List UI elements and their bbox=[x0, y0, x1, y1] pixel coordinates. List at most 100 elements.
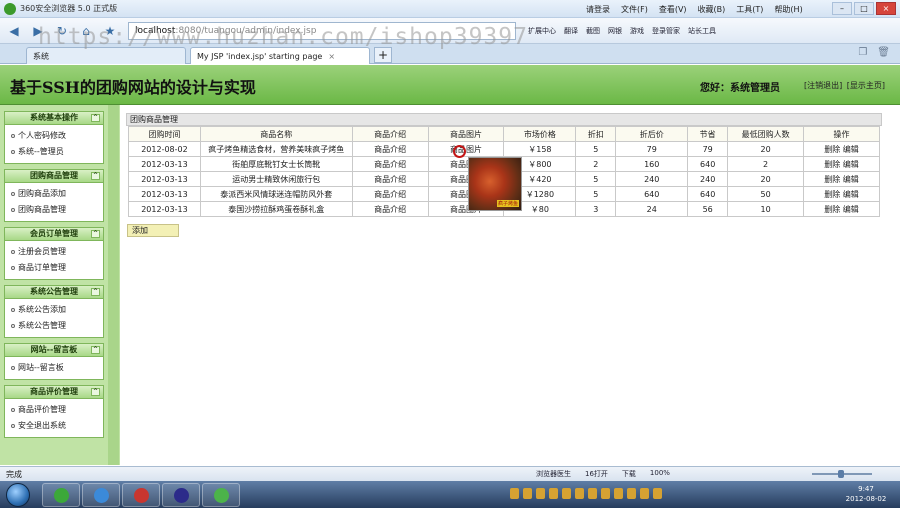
collapse-icon[interactable]: ^ bbox=[91, 346, 100, 354]
minimize-button[interactable]: – bbox=[832, 2, 852, 15]
toolbar-login-manager[interactable]: 登录管家 bbox=[652, 26, 680, 36]
refresh-icon[interactable]: ↻ bbox=[52, 21, 72, 41]
new-tab-button[interactable]: + bbox=[374, 47, 392, 63]
open-count-button[interactable]: 16打开 bbox=[585, 469, 608, 479]
sidebar-group-header[interactable]: 会员订单管理 ^ bbox=[4, 227, 104, 241]
product-intro-link[interactable]: 商品介绍 bbox=[351, 201, 429, 217]
taskbar-clock[interactable]: 9:47 2012-08-02 bbox=[836, 484, 896, 504]
bullet-icon bbox=[11, 266, 15, 270]
toolbar-games[interactable]: 游戏 bbox=[630, 26, 644, 36]
start-button[interactable] bbox=[6, 483, 30, 507]
logout-link[interactable]: [注销退出] bbox=[804, 81, 842, 90]
zoom-slider-handle[interactable] bbox=[838, 470, 844, 478]
row-actions[interactable]: 删除 编辑 bbox=[803, 186, 880, 202]
product-intro-link[interactable]: 商品介绍 bbox=[351, 156, 429, 172]
table-cell: 2012-03-13 bbox=[128, 186, 201, 202]
product-image-link[interactable]: 商品图片 bbox=[427, 141, 505, 157]
table-cell: 2012-08-02 bbox=[128, 141, 201, 157]
tab-system[interactable]: 系统 bbox=[26, 47, 186, 64]
collapse-icon[interactable]: ^ bbox=[91, 388, 100, 396]
tray-icon[interactable] bbox=[575, 488, 584, 499]
menu-tools[interactable]: 工具(T) bbox=[736, 4, 763, 15]
status-text: 完成 bbox=[6, 470, 22, 479]
taskbar-app-folder[interactable] bbox=[122, 483, 160, 507]
close-tab-icon[interactable]: × bbox=[328, 52, 335, 61]
sidebar-item-logout[interactable]: 安全退出系统 bbox=[11, 418, 103, 434]
taskbar-app-eclipse[interactable] bbox=[162, 483, 200, 507]
tray-icon[interactable] bbox=[510, 488, 519, 499]
login-link[interactable]: 请登录 bbox=[586, 4, 610, 15]
taskbar-app-ie[interactable] bbox=[82, 483, 120, 507]
tray-icon[interactable] bbox=[536, 488, 545, 499]
row-actions[interactable]: 删除 编辑 bbox=[803, 171, 880, 187]
sidebar-item-reviews[interactable]: 商品评价管理 bbox=[11, 402, 103, 418]
tray-icon[interactable] bbox=[562, 488, 571, 499]
tray-icon[interactable] bbox=[640, 488, 649, 499]
column-header: 折扣 bbox=[575, 126, 617, 142]
collapse-icon[interactable]: ^ bbox=[91, 114, 100, 122]
trash-icon[interactable]: 🗑 bbox=[877, 47, 890, 58]
close-window-button[interactable]: × bbox=[876, 2, 896, 15]
taskbar-app-360safe[interactable] bbox=[202, 483, 240, 507]
forward-icon[interactable]: ▶ bbox=[28, 21, 48, 41]
zoom-level[interactable]: 100% bbox=[650, 469, 670, 479]
sidebar-group-header[interactable]: 系统基本操作 ^ bbox=[4, 111, 104, 125]
sidebar-group-header[interactable]: 网站--留言板 ^ bbox=[4, 343, 104, 357]
tray-icon[interactable] bbox=[549, 488, 558, 499]
tray-icon[interactable] bbox=[601, 488, 610, 499]
sidebar-group-header[interactable]: 商品评价管理 ^ bbox=[4, 385, 104, 399]
row-actions[interactable]: 删除 编辑 bbox=[803, 201, 880, 217]
back-icon[interactable]: ◀ bbox=[4, 21, 24, 41]
menu-file[interactable]: 文件(F) bbox=[621, 4, 648, 15]
collapse-icon[interactable]: ^ bbox=[91, 230, 100, 238]
toolbar-extensions[interactable]: 扩展中心 bbox=[528, 26, 556, 36]
tray-icon[interactable] bbox=[523, 488, 532, 499]
product-intro-link[interactable]: 商品介绍 bbox=[351, 186, 429, 202]
sidebar-item-manage-notices[interactable]: 系统公告管理 bbox=[11, 318, 103, 334]
show-homepage-link[interactable]: [显示主页] bbox=[847, 81, 885, 90]
sidebar-divider[interactable] bbox=[108, 105, 119, 465]
toolbar-webmaster-tools[interactable]: 站长工具 bbox=[688, 26, 716, 36]
sidebar-item-orders[interactable]: 商品订单管理 bbox=[11, 260, 103, 276]
taskbar-app-360browser[interactable] bbox=[42, 483, 80, 507]
product-intro-link[interactable]: 商品介绍 bbox=[351, 141, 429, 157]
preview-tag: 疯子烤鱼 bbox=[496, 200, 519, 207]
window-restore-icon[interactable]: ❐ bbox=[858, 47, 867, 58]
sidebar-item-change-password[interactable]: 个人密码修改 bbox=[11, 128, 103, 144]
sidebar-item-guestbook[interactable]: 网站--留言板 bbox=[11, 360, 103, 376]
sidebar-group-header[interactable]: 团购商品管理 ^ bbox=[4, 169, 104, 183]
favorite-star-icon[interactable]: ★ bbox=[100, 21, 120, 41]
tray-icon[interactable] bbox=[653, 488, 662, 499]
tray-icon[interactable] bbox=[588, 488, 597, 499]
sidebar-item-members[interactable]: 注册会员管理 bbox=[11, 244, 103, 260]
table-cell: 2 bbox=[575, 156, 617, 172]
product-intro-link[interactable]: 商品介绍 bbox=[351, 171, 429, 187]
tray-icon[interactable] bbox=[614, 488, 623, 499]
row-actions[interactable]: 删除 编辑 bbox=[803, 156, 880, 172]
app-red-icon bbox=[134, 488, 149, 503]
toolbar-bank[interactable]: 网银 bbox=[608, 26, 622, 36]
menu-favorites[interactable]: 收藏(B) bbox=[698, 4, 726, 15]
table-cell: 24 bbox=[615, 201, 689, 217]
tab-index-jsp[interactable]: My JSP 'index.jsp' starting page × bbox=[190, 47, 370, 64]
sidebar-item-add-product[interactable]: 团购商品添加 bbox=[11, 186, 103, 202]
address-bar[interactable]: localhost :8080/tuangou/admin/index.jsp bbox=[128, 22, 516, 40]
sidebar-item-admin[interactable]: 系统--管理员 bbox=[11, 144, 103, 160]
collapse-icon[interactable]: ^ bbox=[91, 288, 100, 296]
sidebar-group-header[interactable]: 系统公告管理 ^ bbox=[4, 285, 104, 299]
toolbar-screenshot[interactable]: 截图 bbox=[586, 26, 600, 36]
menu-view[interactable]: 查看(V) bbox=[659, 4, 687, 15]
sidebar-item-manage-products[interactable]: 团购商品管理 bbox=[11, 202, 103, 218]
menu-help[interactable]: 帮助(H) bbox=[774, 4, 802, 15]
add-product-button[interactable]: 添加 bbox=[127, 224, 179, 237]
tray-icon[interactable] bbox=[627, 488, 636, 499]
maximize-button[interactable]: □ bbox=[854, 2, 874, 15]
home-icon[interactable]: ⌂ bbox=[76, 21, 96, 41]
browser-doctor-button[interactable]: 浏览器医生 bbox=[536, 469, 571, 479]
row-actions[interactable]: 删除 编辑 bbox=[803, 141, 880, 157]
collapse-icon[interactable]: ^ bbox=[91, 172, 100, 180]
toolbar-translate[interactable]: 翻译 bbox=[564, 26, 578, 36]
window-controls: – □ × bbox=[832, 2, 896, 15]
sidebar-item-add-notice[interactable]: 系统公告添加 bbox=[11, 302, 103, 318]
download-button[interactable]: 下载 bbox=[622, 469, 636, 479]
